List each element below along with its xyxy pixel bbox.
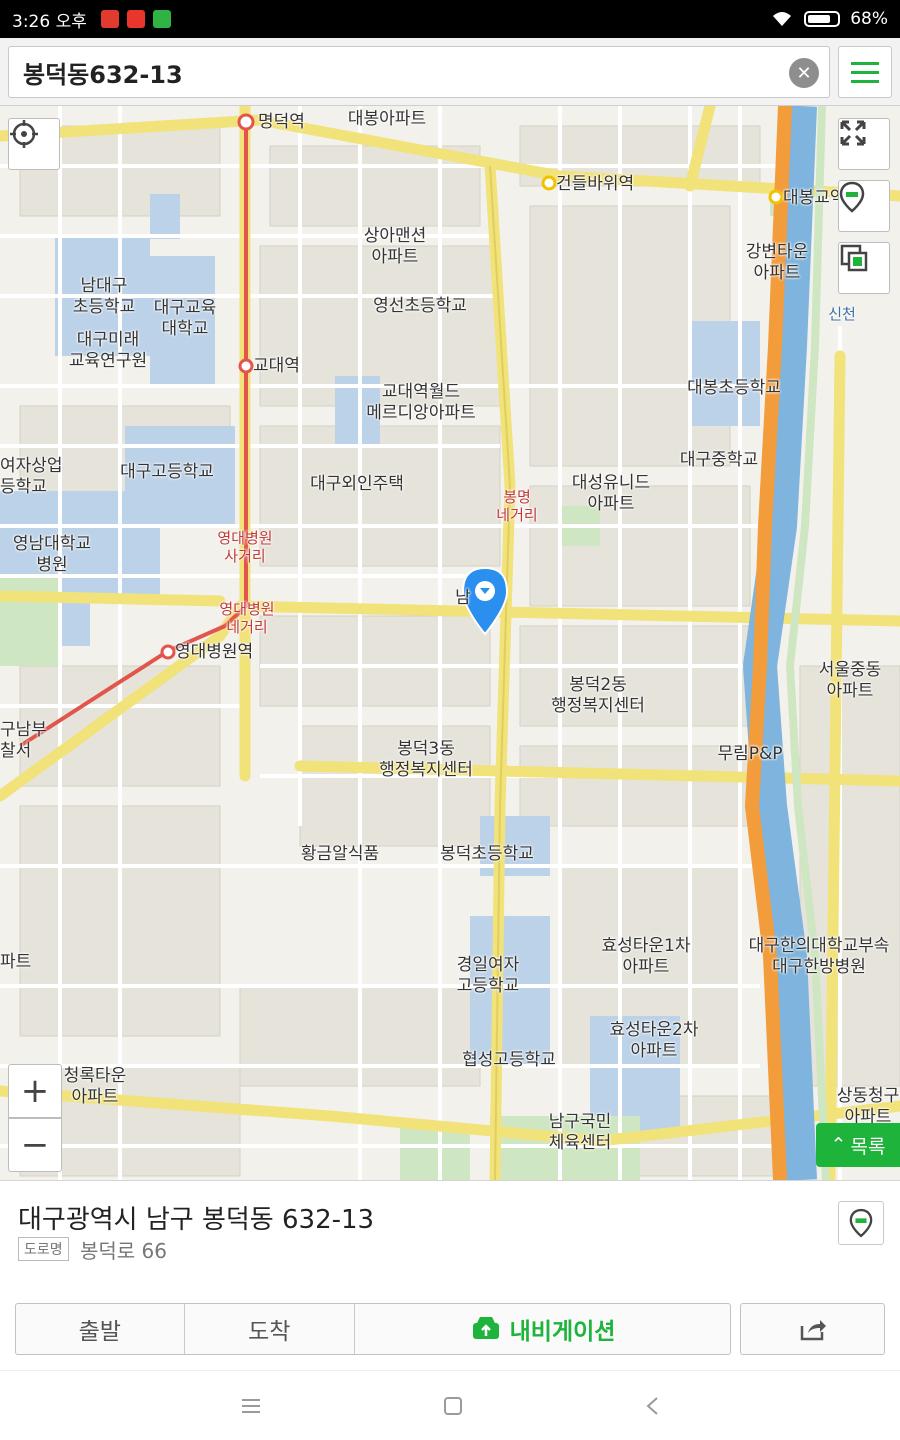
map-pin-icon[interactable] bbox=[838, 1201, 884, 1245]
map-label[interactable]: 경일여자 고등학교 bbox=[457, 955, 520, 997]
map-label[interactable]: 대구한의대학교부속 대구한방병원 bbox=[749, 936, 890, 978]
map-label[interactable]: 봉명 네거리 bbox=[496, 488, 537, 524]
map-app-screen: 3:26 오후 68% 봉덕동632-13 ✕ 명덕역 대봉아파트 건들바위역 … bbox=[0, 0, 900, 1440]
map-label[interactable]: 강변타운 아파트 bbox=[746, 242, 809, 284]
map-label[interactable]: 청록타운 아파트 bbox=[64, 1066, 127, 1108]
map-label[interactable]: 대성유니드 아파트 bbox=[572, 473, 650, 515]
place-info-panel: 대구광역시 남구 봉덕동 632-13 도로명 봉덕로 66 출발 도착 내비게… bbox=[0, 1180, 900, 1370]
map-label[interactable]: 봉덕초등학교 bbox=[440, 844, 534, 865]
arrive-button[interactable]: 도착 bbox=[185, 1304, 356, 1354]
chevron-up-icon: ⌃ bbox=[830, 1134, 847, 1156]
map-label[interactable]: 건들바위역 bbox=[556, 174, 634, 195]
crosshair-icon[interactable] bbox=[8, 118, 60, 170]
notification-app-icon bbox=[100, 10, 119, 28]
road-name-badge: 도로명 bbox=[18, 1237, 69, 1261]
map-label[interactable]: 영선초등학교 bbox=[373, 296, 467, 317]
map-label[interactable]: 협성고등학교 bbox=[462, 1050, 556, 1071]
map-label[interactable]: 구남부 찰서 bbox=[0, 720, 47, 762]
map-label[interactable]: 대봉아파트 bbox=[348, 109, 426, 130]
map-label[interactable]: 영대병원 사거리 bbox=[217, 529, 272, 565]
map-label[interactable]: 황금알식품 bbox=[301, 844, 379, 865]
map-label[interactable]: 무림P&P bbox=[717, 744, 782, 765]
battery-level: 68% bbox=[850, 9, 888, 29]
map-label[interactable]: 효성타운1차 아파트 bbox=[601, 936, 690, 978]
map-label[interactable]: 영대병원역 bbox=[175, 642, 253, 663]
list-button-label: 목록 bbox=[850, 1135, 886, 1158]
map-label[interactable]: 서울중동 아파트 bbox=[819, 660, 882, 702]
navigation-button[interactable]: 내비게이션 bbox=[355, 1304, 730, 1354]
start-button[interactable]: 출발 bbox=[16, 1304, 185, 1354]
map-label[interactable]: 대봉초등학교 bbox=[687, 378, 781, 399]
layers-icon[interactable] bbox=[838, 242, 890, 294]
map-label[interactable]: 교대역월드 메르디앙아파트 bbox=[366, 382, 475, 424]
home-square-icon[interactable] bbox=[443, 1396, 463, 1416]
status-time: 3:26 오후 bbox=[12, 11, 87, 32]
close-icon[interactable]: ✕ bbox=[789, 58, 819, 88]
expand-icon[interactable] bbox=[838, 118, 890, 170]
road-address: 봉덕로 66 bbox=[80, 1239, 168, 1263]
hamburger-menu-icon[interactable] bbox=[838, 46, 892, 98]
notification-app-icon bbox=[126, 10, 145, 28]
map-label[interactable]: 대구교육 대학교 bbox=[154, 298, 217, 340]
search-input[interactable]: 봉덕동632-13 ✕ bbox=[8, 46, 830, 98]
car-navigation-icon bbox=[472, 1317, 499, 1339]
map-label[interactable]: 대구미래 교육연구원 bbox=[69, 330, 147, 372]
map-label[interactable]: 봉덕2동 행정복지센터 bbox=[551, 675, 645, 717]
map-label[interactable]: 남구국민 체육센터 bbox=[549, 1112, 612, 1154]
menu-icon[interactable] bbox=[241, 1398, 261, 1414]
map-label[interactable]: 상동청구 아파트 bbox=[837, 1086, 900, 1128]
zoom-out-button[interactable]: − bbox=[8, 1118, 62, 1172]
share-button[interactable] bbox=[740, 1303, 885, 1355]
map-label-river: 신천 bbox=[828, 305, 856, 323]
map-label[interactable]: 영남대학교 병원 bbox=[13, 534, 91, 576]
navigation-label: 내비게이션 bbox=[509, 1319, 616, 1345]
zoom-in-button[interactable]: + bbox=[8, 1064, 62, 1118]
map-label[interactable]: 대봉교역 bbox=[783, 188, 846, 209]
list-button[interactable]: ⌃ 목록 bbox=[816, 1123, 900, 1167]
map-view[interactable]: 명덕역 대봉아파트 건들바위역 대봉교역 상아맨션 아파트 강변타운 아파트 남… bbox=[0, 106, 900, 1180]
map-label[interactable]: 효성타운2차 아파트 bbox=[609, 1020, 698, 1062]
map-label[interactable]: 봉덕3동 행정복지센터 bbox=[379, 739, 473, 781]
map-pin-icon[interactable] bbox=[838, 180, 890, 232]
map-label[interactable]: 대구고등학교 bbox=[120, 462, 214, 483]
back-chevron-icon[interactable] bbox=[645, 1396, 659, 1416]
battery-icon bbox=[804, 11, 841, 27]
search-header: 봉덕동632-13 ✕ bbox=[0, 38, 900, 106]
map-label[interactable]: 남대구 초등학교 bbox=[73, 276, 136, 318]
wifi-icon bbox=[773, 12, 792, 26]
map-label[interactable]: 교대역 bbox=[253, 356, 300, 377]
notification-app-icon bbox=[152, 10, 171, 28]
map-label[interactable]: 명덕역 bbox=[258, 112, 305, 133]
map-label: 남 bbox=[455, 588, 471, 608]
map-label[interactable]: 파트 bbox=[0, 952, 31, 973]
share-icon bbox=[800, 1320, 826, 1341]
map-label[interactable]: 상아맨션 아파트 bbox=[364, 226, 427, 268]
map-label[interactable]: 영대병원 네거리 bbox=[219, 600, 274, 636]
map-label[interactable]: 대구중학교 bbox=[680, 450, 758, 471]
map-label[interactable]: 대구외인주택 bbox=[310, 474, 404, 495]
search-query: 봉덕동632-13 bbox=[23, 60, 183, 89]
place-address: 대구광역시 남구 봉덕동 632-13 bbox=[18, 1205, 375, 1235]
system-nav-bar bbox=[0, 1370, 900, 1440]
status-bar: 3:26 오후 68% bbox=[0, 0, 900, 38]
map-label[interactable]: 여자상업 등학교 bbox=[0, 456, 63, 498]
route-actions: 출발 도착 내비게이션 bbox=[15, 1303, 731, 1355]
